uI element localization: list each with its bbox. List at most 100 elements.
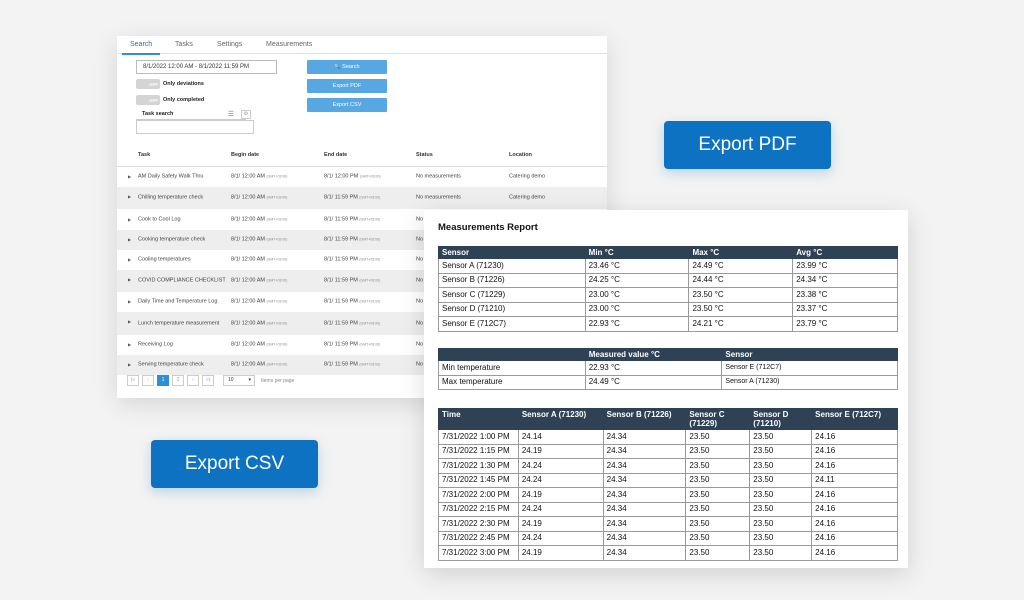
only-completed-toggle[interactable]: OFF (136, 95, 160, 105)
end-date-cell: 8/1/ 11:59 PM (GMT+03:00) (324, 237, 380, 244)
status-cell: No measurements (416, 194, 461, 201)
page-1-button[interactable]: 1 (157, 375, 169, 386)
begin-date: 8/1/ 12:00 AM (231, 216, 265, 223)
expand-caret-icon[interactable]: ▶ (128, 342, 131, 347)
timezone-label: (GMT+03:00) (266, 278, 288, 283)
end-date: 8/1/ 11:59 PM (324, 277, 358, 284)
begin-date: 8/1/ 12:00 AM (231, 298, 265, 305)
table-cell: Sensor E (712C7) (438, 316, 586, 332)
table-cell: 23.50 (749, 429, 813, 445)
column-begin-date[interactable]: Begin date (231, 152, 259, 158)
tab-search[interactable]: Search (121, 40, 161, 55)
table-cell: 23.50 (749, 458, 813, 474)
timezone-label: (GMT+03:00) (359, 299, 381, 304)
table-cell: 23.50 (685, 530, 751, 546)
expand-caret-icon[interactable]: ▶ (128, 194, 131, 199)
expand-caret-icon[interactable]: ▶ (128, 277, 131, 282)
table-cell: 24.34 °C (792, 272, 898, 288)
expand-caret-icon[interactable]: ▶ (128, 174, 131, 179)
timezone-label: (GMT+03:00) (266, 237, 288, 242)
column-task[interactable]: Task (138, 152, 150, 158)
tab-measurements[interactable]: Measurements (262, 40, 316, 50)
column-status[interactable]: Status (416, 152, 433, 158)
table-cell: 7/31/2022 2:30 PM (438, 516, 519, 532)
table-cell: 24.11 (811, 472, 898, 488)
table-cell: 7/31/2022 1:30 PM (438, 458, 519, 474)
table-cell: 24.34 (602, 545, 687, 561)
table-cell: 23.50 (749, 530, 813, 546)
begin-date-cell: 8/1/ 12:00 AM (GMT+03:00) (231, 299, 287, 306)
page-2-button[interactable]: 2 (172, 375, 184, 386)
date-range-input[interactable]: 8/1/2022 12:00 AM - 8/1/2022 11:59 PM (136, 60, 277, 74)
end-date: 8/1/ 12:00 PM (324, 173, 359, 180)
expand-caret-icon[interactable]: ▶ (128, 319, 131, 324)
timezone-label: (GMT+03:00) (359, 257, 381, 262)
location-cell: Catering demo (509, 194, 546, 201)
status-cell: No (416, 236, 424, 243)
column-header: Sensor B (71226) (602, 408, 687, 430)
table-row: 7/31/2022 1:00 PM 24.14 24.34 23.50 23.50 24.… (438, 429, 898, 445)
begin-date: 8/1/ 12:00 AM (231, 341, 265, 348)
column-header (438, 348, 586, 361)
begin-date: 8/1/ 12:00 AM (231, 361, 265, 368)
items-per-page-select[interactable]: 10 (223, 375, 255, 386)
column-header: Avg °C (792, 246, 898, 259)
table-cell: 23.37 °C (792, 301, 898, 317)
task-search-input[interactable] (136, 120, 254, 134)
settings-icon[interactable]: ⚙ (241, 110, 251, 119)
tab-tasks[interactable]: Tasks (171, 40, 197, 50)
table-row: 7/31/2022 2:30 PM 24.19 24.34 23.50 23.50 24.… (438, 516, 898, 532)
timezone-label: (GMT+03:00) (359, 321, 381, 325)
status-cell: No (416, 277, 424, 284)
table-row[interactable]: ▶ Chilling temperature check 8/1/ 12:00 AM… (117, 187, 607, 209)
column-location[interactable]: Location (509, 152, 532, 158)
table-cell: Sensor B (71226) (438, 272, 586, 288)
table-cell: 24.19 (517, 487, 604, 503)
export-pdf-button[interactable]: Export PDF (307, 79, 387, 93)
expand-caret-icon[interactable]: ▶ (128, 299, 131, 304)
table-cell: Min temperature (438, 360, 586, 376)
timezone-label: (GMT+03:00) (266, 257, 288, 262)
export-csv-callout-button[interactable]: Export CSV (151, 440, 318, 488)
list-view-icon[interactable]: ☰ (226, 110, 236, 119)
expand-caret-icon[interactable]: ▶ (128, 362, 131, 367)
prev-page-button[interactable]: ‹ (142, 375, 154, 386)
next-page-button[interactable]: › (187, 375, 199, 386)
table-cell: 24.34 (602, 487, 687, 503)
begin-date-cell: 8/1/ 12:00 AM (GMT+03:00) (231, 174, 287, 181)
column-end-date[interactable]: End date (324, 152, 347, 158)
search-button[interactable]: 🔍 Search (307, 60, 387, 74)
table-cell: 24.34 (602, 530, 687, 546)
timezone-label: (GMT+03:00) (266, 342, 288, 347)
first-page-button[interactable]: |« (127, 375, 139, 386)
begin-date-cell: 8/1/ 12:00 AM (GMT+03:00) (231, 257, 287, 264)
last-page-button[interactable]: »| (202, 375, 214, 386)
timezone-label: (GMT+03:00) (359, 278, 381, 283)
task-name: Cook to Cool Log (138, 216, 181, 223)
task-search-label: Task search (142, 111, 174, 117)
end-date: 8/1/ 11:59 PM (324, 216, 358, 223)
table-cell: 24.16 (811, 516, 898, 532)
expand-caret-icon[interactable]: ▶ (128, 257, 131, 262)
begin-date-cell: 8/1/ 12:00 AM (GMT+03:00) (231, 362, 287, 369)
only-deviations-toggle[interactable]: OFF (136, 79, 160, 89)
end-date-cell: 8/1/ 11:59 PM (GMT+03:00) (324, 195, 380, 202)
table-cell: 24.19 (517, 545, 604, 561)
column-header: Sensor (721, 348, 898, 361)
toggle-state-label: OFF (149, 81, 158, 87)
expand-caret-icon[interactable]: ▶ (128, 237, 131, 242)
table-row[interactable]: ▶ AM Daily Safety Walk Thru 8/1/ 12:00 AM … (117, 167, 607, 187)
begin-date: 8/1/ 12:00 AM (231, 256, 265, 263)
expand-caret-icon[interactable]: ▶ (128, 217, 131, 222)
table-cell: 24.21 °C (688, 316, 794, 332)
status-cell: No (416, 298, 424, 305)
table-cell: 24.34 (602, 443, 687, 459)
end-date-cell: 8/1/ 11:59 PM (GMT+03:00) (324, 320, 380, 327)
table-row: Sensor C (71229) 23.00 °C 23.50 °C 23.38 °C (438, 287, 898, 303)
export-pdf-callout-button[interactable]: Export PDF (664, 121, 831, 169)
begin-date: 8/1/ 12:00 AM (231, 173, 265, 180)
table-cell: 24.34 (602, 516, 687, 532)
sensor-summary-table: Sensor Min °C Max °C Avg °C Sensor A (71230… (438, 246, 898, 332)
tab-settings[interactable]: Settings (213, 40, 246, 50)
export-csv-button[interactable]: Export CSV (307, 98, 387, 112)
